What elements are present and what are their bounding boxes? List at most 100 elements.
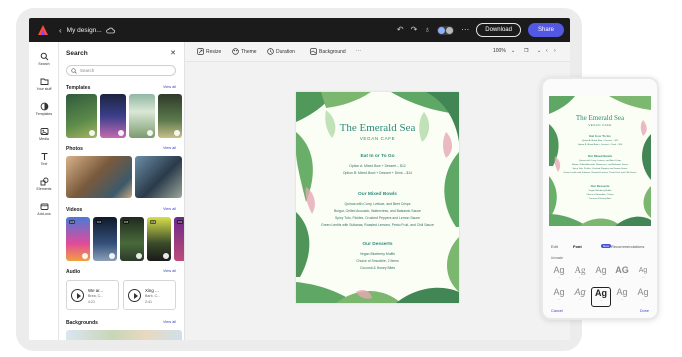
rail-item-elements[interactable]: Elements <box>29 177 59 191</box>
search-placeholder: Search <box>80 68 95 73</box>
videos-view-all-link[interactable]: View all <box>163 207 176 211</box>
search-input[interactable]: Search <box>66 65 176 76</box>
poster-line[interactable]: Vegan Blueberry Muffin <box>296 252 459 256</box>
poster-section-heading[interactable]: Our Desserts <box>296 242 459 247</box>
font-option[interactable]: Ag — <box>549 287 569 307</box>
poster-line[interactable]: Choice of Smoothie, 2 Items <box>296 259 459 263</box>
font-option[interactable]: Ag — <box>549 265 569 285</box>
undo-icon[interactable]: ↶ <box>397 26 404 34</box>
theme-button[interactable]: Theme <box>232 48 257 55</box>
redo-icon[interactable]: ↷ <box>411 26 418 34</box>
duration-label: Duration <box>276 48 295 55</box>
previous-page-icon[interactable]: ‹ <box>546 48 548 54</box>
rail-item-your-stuff[interactable]: Your stuff <box>29 77 59 91</box>
font-name-line: — <box>641 298 645 301</box>
play-icon[interactable] <box>128 289 141 302</box>
audio-card[interactable]: We ar... Brea, C... 4:21 <box>66 280 119 310</box>
zoom-level[interactable]: 100% <box>493 48 506 54</box>
share-button[interactable]: Share <box>527 23 564 37</box>
app-logo-icon[interactable] <box>37 24 49 36</box>
photos-view-all-link[interactable]: View all <box>163 146 176 150</box>
phone-menu-poster[interactable]: The Emerald Sea VEGAN CAFE Eat In or To … <box>549 96 651 226</box>
next-page-icon[interactable]: › <box>554 48 556 54</box>
background-button[interactable]: Background <box>310 48 346 55</box>
video-thumb[interactable]: 0:6 <box>147 217 171 261</box>
font-sample: Ag <box>595 288 607 298</box>
template-thumb[interactable] <box>66 94 97 138</box>
photo-thumb[interactable] <box>66 156 132 198</box>
document-title[interactable]: My design... <box>67 27 102 34</box>
video-thumb[interactable]: 0:6 <box>66 217 90 261</box>
poster-line[interactable]: Option B: Mixed Bowl + Dessert + Drink –… <box>296 171 459 175</box>
video-thumb[interactable]: 0:6 <box>120 217 144 261</box>
tab-edit[interactable]: Edit <box>551 244 558 249</box>
audio-view-all-link[interactable]: View all <box>163 269 176 273</box>
font-option[interactable]: Ag — <box>570 265 590 285</box>
photo-thumb[interactable] <box>135 156 182 198</box>
lightbulb-icon[interactable]: ♁ <box>424 26 430 34</box>
toolbar-more-button[interactable]: ··· <box>356 48 361 54</box>
section-photos-heading: Photos <box>66 146 83 152</box>
rail-item-add-ons[interactable]: Add-ons <box>29 202 59 216</box>
font-name-line: — <box>620 298 624 301</box>
template-thumb[interactable] <box>100 94 126 138</box>
download-button[interactable]: Download <box>476 23 521 37</box>
rail-item-text[interactable]: Text <box>29 152 59 166</box>
font-name-line: — <box>557 276 561 279</box>
tab-font[interactable]: Font <box>573 244 582 249</box>
poster-title[interactable]: The Emerald Sea <box>296 122 459 134</box>
template-thumb[interactable] <box>129 94 155 138</box>
phone-poster-line: Bulgur, Grilled Avocado, Watercress, and… <box>571 164 629 166</box>
page-menu-chevron-down-icon[interactable]: ⌄ <box>537 48 541 54</box>
left-rail: Search Your stuff Templates Media Text E… <box>29 42 59 340</box>
theme-icon <box>232 48 239 55</box>
poster-line[interactable]: Bulgur, Grilled Avocado, Watercress, and… <box>296 209 459 213</box>
cancel-button[interactable]: Cancel <box>551 309 563 313</box>
background-thumb[interactable] <box>66 330 182 340</box>
collaborator-toggle[interactable] <box>437 25 455 35</box>
menu-poster[interactable]: The Emerald Sea VEGAN CAFE Eat In or To … <box>296 92 459 303</box>
more-icon[interactable]: ⋯ <box>461 26 469 34</box>
templates-view-all-link[interactable]: View all <box>163 85 176 89</box>
play-icon <box>109 253 115 259</box>
font-option[interactable]: Ag — <box>570 287 590 307</box>
background-label: Background <box>319 48 346 55</box>
font-sample: Ag <box>638 267 648 274</box>
done-button[interactable]: Done <box>640 309 649 313</box>
template-thumb[interactable] <box>158 94 182 138</box>
back-chevron-icon[interactable]: ‹ <box>59 26 62 35</box>
font-option-selected[interactable]: Ag — <box>591 287 611 307</box>
video-thumb[interactable]: 0:6 <box>93 217 117 261</box>
poster-section-heading[interactable]: Eat In or To Go <box>296 154 459 159</box>
font-option[interactable]: Ag — <box>633 287 653 307</box>
tab-recommendations[interactable]: Recommendations <box>611 244 644 249</box>
resize-icon <box>197 48 204 55</box>
font-option[interactable]: Ag — <box>612 287 632 307</box>
close-icon[interactable]: ✕ <box>170 49 176 57</box>
font-option[interactable]: Ag — <box>633 265 653 285</box>
audio-card[interactable]: Xing ... Barb, C... 2:41 <box>123 280 176 310</box>
rail-item-media[interactable]: Media <box>29 127 59 141</box>
poster-line[interactable]: Quinoa with Curry, Lettuce, and Beet Cri… <box>296 202 459 206</box>
font-option[interactable]: Ag — <box>591 265 611 285</box>
poster-line[interactable]: Spicy Tofu, Pickles, Crushed Peppers and… <box>296 216 459 220</box>
resize-button[interactable]: Resize <box>197 48 221 55</box>
font-name-line: — <box>578 276 582 279</box>
audio-duration: 4:21 <box>88 300 95 304</box>
video-thumb[interactable]: 0:6 <box>174 217 184 261</box>
cloud-sync-icon[interactable] <box>105 27 115 34</box>
poster-line[interactable]: Coconut & Honey Bites <box>296 266 459 270</box>
pages-icon[interactable]: ❐ <box>524 48 528 54</box>
play-icon[interactable] <box>71 289 84 302</box>
font-option[interactable]: AG — <box>612 265 632 285</box>
duration-button[interactable]: Duration <box>267 48 295 55</box>
zoom-chevron-down-icon[interactable]: ⌄ <box>511 48 515 54</box>
poster-line[interactable]: Green Lentils with Sultanas, Roasted Lem… <box>296 223 459 227</box>
font-sample: Ag <box>574 265 586 275</box>
poster-line[interactable]: Option A: Mixed Bow + Dessert – $12 <box>296 164 459 168</box>
backgrounds-view-all-link[interactable]: View all <box>163 320 176 324</box>
poster-section-heading[interactable]: Our Mixed Bowls <box>296 192 459 197</box>
rail-item-search[interactable]: Search <box>29 52 59 66</box>
poster-subtitle[interactable]: VEGAN CAFE <box>296 136 459 141</box>
rail-item-templates[interactable]: Templates <box>29 102 59 116</box>
